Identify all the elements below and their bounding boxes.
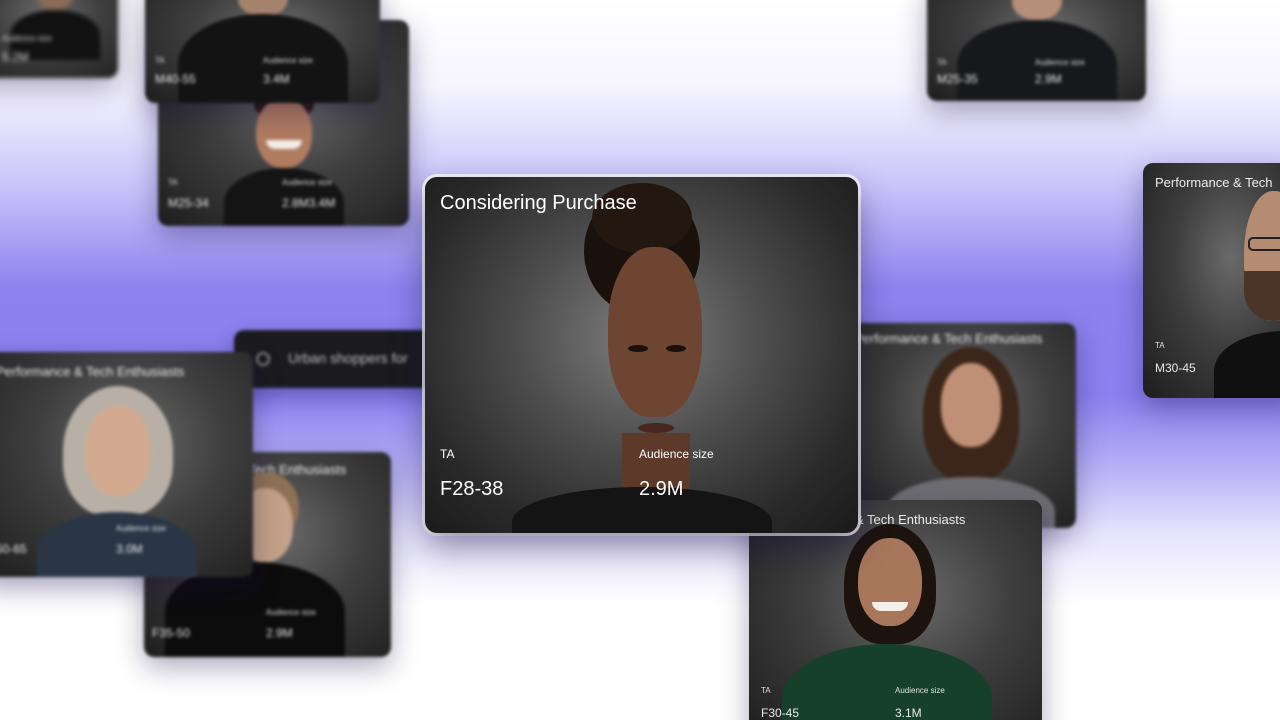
audience-label: Audience size [1035,58,1085,67]
ta-label: TA [761,686,771,695]
audience-value: 3.0M [116,542,143,556]
ta-value: M25-34 [168,196,209,210]
search-icon [256,352,270,366]
audience-card-right-edge[interactable]: Performance & Tech TA M30-45 [1143,163,1280,398]
ta-label: TA [1155,341,1165,350]
audience-label: Audience size [895,686,945,695]
ta-label: TA [937,58,947,67]
audience-card-considering-purchase[interactable]: Considering Purchase TA Audience size F2… [425,177,858,533]
audience-card-bottom-right[interactable]: & Tech Enthusiasts TA Audience size F30-… [749,500,1042,720]
ta-label: TA [155,56,165,65]
person-portrait [772,524,1002,720]
ta-value: F28-38 [440,478,504,500]
search-bar[interactable]: Urban shoppers for [234,330,434,388]
audience-label: Audience size [639,447,714,461]
audience-card-top-right[interactable]: TA Audience size M25-35 2.9M [927,0,1146,101]
card-title: Performance & Tech Enthusiasts [854,331,1043,346]
ta-label: TA [168,178,178,187]
audience-label: Audience size [266,608,316,617]
ta-value: 50-65 [0,542,27,556]
ta-value: M30-45 [1155,361,1196,375]
card-title: Considering Purchase [440,192,637,214]
audience-card-left-mid[interactable]: Performance & Tech Enthusiasts Audience … [0,352,253,577]
ta-value: F30-45 [761,706,800,720]
audience-label: Audience size [282,178,332,187]
audience-value: 3.4M [263,72,290,86]
audience-value: 2.9M [1035,72,1062,86]
audience-value: 3.1M [895,706,922,720]
card-title: Performance & Tech [1155,175,1273,190]
audience-value: 5.2M [2,50,29,64]
audience-label: Audience size [263,56,313,65]
ta-value: M40-55 [155,72,196,86]
audience-value: 2.9M [266,626,293,640]
person-portrait [1213,191,1280,398]
audience-value: 2.8M3.4M [282,196,336,210]
audience-value: 2.9M [639,478,684,500]
audience-label: Audience size [116,524,166,533]
audience-card-top-left[interactable]: TA Audience size M40-55 3.4M [145,0,380,103]
audience-card-right-mid[interactable]: Performance & Tech Enthusiasts [840,323,1076,528]
ta-value: F35-50 [152,626,191,640]
card-title: Performance & Tech Enthusiasts [0,364,185,379]
ta-label: TA [440,447,455,461]
audience-label: Audience size [2,34,52,43]
search-text: Urban shoppers for [288,350,408,366]
ta-value: M25-35 [937,72,978,86]
audience-card-top-left-partial[interactable]: Audience size 5.2M [0,0,118,78]
person-portrait [177,0,348,103]
